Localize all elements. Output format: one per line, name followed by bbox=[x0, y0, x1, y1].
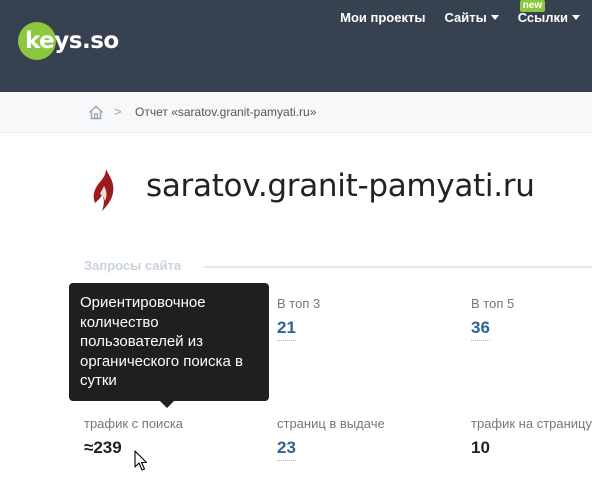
stat-top3-value[interactable]: 21 bbox=[277, 318, 296, 341]
stat-top3-label: В топ 3 bbox=[277, 296, 321, 311]
stat-top5-value[interactable]: 36 bbox=[471, 318, 490, 341]
breadcrumb-separator: > bbox=[114, 104, 122, 119]
nav-sites[interactable]: Сайты bbox=[444, 9, 499, 25]
home-icon[interactable] bbox=[88, 105, 104, 120]
tooltip-arrow bbox=[160, 401, 174, 408]
new-badge: new bbox=[519, 0, 546, 12]
stat-traffic-value: ≈239 bbox=[84, 438, 122, 457]
stat-pages-value[interactable]: 23 bbox=[277, 438, 296, 461]
nav-my-projects-label: Мои проекты bbox=[340, 9, 426, 25]
stat-top5-label: В топ 5 bbox=[471, 296, 515, 311]
page-title: saratov.granit-pamyati.ru bbox=[146, 168, 535, 204]
nav-links-label: Ссылки bbox=[517, 9, 568, 25]
stat-top5: В топ 5 36 bbox=[471, 296, 514, 341]
stat-traffic-per-page-label: трафик на страницу bbox=[471, 416, 592, 431]
nav-links[interactable]: new Ссылки bbox=[517, 0, 580, 25]
stat-top3: В топ 3 21 bbox=[277, 296, 320, 341]
section-divider bbox=[204, 266, 592, 268]
logo-text: keys.so bbox=[25, 28, 119, 54]
section-title: Запросы сайта bbox=[84, 258, 188, 273]
main-nav: Мои проекты Сайты new Ссылки bbox=[340, 0, 592, 34]
caret-down-icon bbox=[490, 14, 499, 20]
stat-pages-label: страниц в выдаче bbox=[277, 416, 385, 431]
stat-traffic-label[interactable]: трафик с поиска bbox=[84, 416, 183, 431]
mouse-cursor-icon bbox=[134, 450, 148, 471]
stat-traffic-per-page: трафик на страницу 10 bbox=[471, 416, 592, 460]
breadcrumb-current: Отчет «saratov.granit-pamyati.ru» bbox=[135, 105, 317, 119]
flame-icon bbox=[93, 169, 114, 211]
top-header: keys.so Мои проекты Сайты new Ссылки bbox=[0, 0, 592, 92]
stat-traffic-per-page-value: 10 bbox=[471, 438, 490, 457]
tooltip: Ориентировочное количество пользователей… bbox=[69, 283, 269, 401]
nav-my-projects[interactable]: Мои проекты bbox=[340, 10, 425, 25]
tooltip-text: Ориентировочное количество пользователей… bbox=[80, 294, 243, 389]
caret-down-icon bbox=[572, 14, 580, 20]
stat-pages: страниц в выдаче 23 bbox=[277, 416, 385, 461]
nav-sites-label: Сайты bbox=[444, 9, 487, 25]
keys-so-logo[interactable]: keys.so bbox=[18, 22, 119, 60]
breadcrumb: > Отчет «saratov.granit-pamyati.ru» bbox=[0, 92, 592, 133]
